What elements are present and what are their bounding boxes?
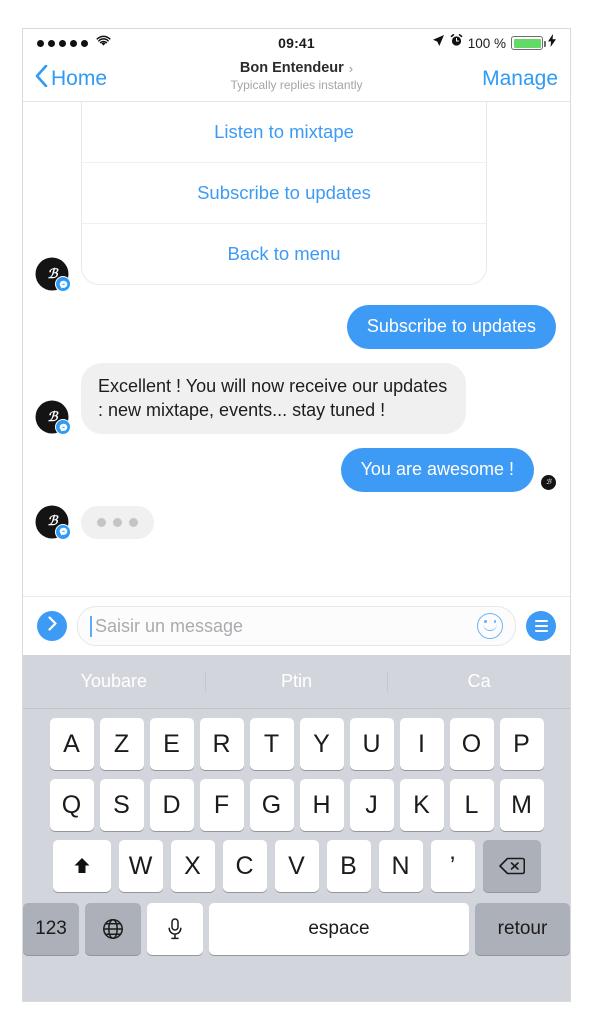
key-k[interactable]: K (399, 779, 444, 831)
messenger-badge-icon (55, 276, 71, 292)
key-apostrophe[interactable]: ’ (430, 840, 475, 892)
message-row-typing: ℬ (37, 505, 556, 540)
key-y[interactable]: Y (299, 718, 344, 770)
key-j[interactable]: J (349, 779, 394, 831)
chevron-left-icon (35, 64, 48, 93)
key-g[interactable]: G (249, 779, 294, 831)
key-n[interactable]: N (378, 840, 423, 892)
messenger-badge-icon (55, 523, 71, 540)
virtual-keyboard: Youbare Ptin Ca A Z E R T Y U I O P Q S … (23, 655, 570, 1001)
key-v[interactable]: V (274, 840, 319, 892)
manage-button[interactable]: Manage (482, 67, 558, 91)
expand-actions-button[interactable] (37, 611, 67, 641)
lightning-bolt-icon (548, 34, 556, 52)
incoming-message-bubble[interactable]: Excellent ! You will now receive our upd… (81, 362, 466, 435)
key-l[interactable]: L (449, 779, 494, 831)
smiley-face-icon[interactable] (477, 613, 503, 639)
location-arrow-icon (432, 34, 445, 52)
key-i[interactable]: I (399, 718, 444, 770)
globe-icon[interactable] (85, 903, 141, 955)
key-t[interactable]: T (249, 718, 294, 770)
message-row-outgoing: Subscribe to updates (37, 305, 556, 349)
space-key[interactable]: espace (209, 903, 469, 955)
keyboard-row-2: Q S D F G H J K L M (23, 779, 570, 831)
battery-percent: 100 % (467, 35, 506, 51)
key-b[interactable]: B (326, 840, 371, 892)
hamburger-lines (534, 620, 548, 632)
back-button[interactable]: Home (35, 64, 108, 93)
card-button-listen[interactable]: Listen to mixtape (82, 102, 486, 162)
typing-dot (113, 517, 122, 527)
keyboard-row-1: A Z E R T Y U I O P (23, 718, 570, 770)
key-f[interactable]: F (199, 779, 244, 831)
message-composer: Saisir un message (23, 596, 570, 655)
status-bar: 09:41 100 % (23, 29, 570, 57)
key-u[interactable]: U (349, 718, 394, 770)
message-thread[interactable]: ℬ Listen to mixtape Subscribe to updates… (23, 102, 570, 596)
alarm-clock-icon (450, 34, 463, 52)
card-button-back[interactable]: Back to menu (82, 223, 486, 284)
key-m[interactable]: M (499, 779, 544, 831)
key-e[interactable]: E (149, 718, 194, 770)
shift-arrow-icon[interactable] (52, 840, 111, 892)
microphone-icon[interactable] (147, 903, 203, 955)
message-row-outgoing: You are awesome ! ℬ (37, 448, 556, 492)
avatar: ℬ (37, 506, 71, 540)
key-d[interactable]: D (149, 779, 194, 831)
key-x[interactable]: X (170, 840, 215, 892)
message-row-incoming: ℬ Excellent ! You will now receive our u… (37, 362, 556, 436)
keyboard-row-3: W X C V B N ’ (23, 840, 570, 892)
typing-indicator (81, 505, 154, 539)
return-key[interactable]: retour (475, 903, 570, 955)
message-input-wrapper[interactable]: Saisir un message (77, 606, 516, 646)
keyboard-row-4: 123 espace retour (23, 903, 570, 955)
typing-dot (129, 517, 138, 527)
suggestion-1[interactable]: Youbare (23, 671, 206, 692)
battery-icon (511, 36, 546, 50)
text-caret (90, 615, 92, 637)
key-r[interactable]: R (199, 718, 244, 770)
key-c[interactable]: C (222, 840, 267, 892)
key-o[interactable]: O (449, 718, 494, 770)
phone-screen: 09:41 100 % Home Bon Entendeur › Typical… (22, 28, 571, 1002)
status-right-group: 100 % (432, 34, 556, 52)
messenger-badge-icon (55, 419, 71, 436)
key-q[interactable]: Q (49, 779, 94, 831)
outgoing-message-bubble[interactable]: You are awesome ! (340, 448, 534, 492)
navigation-bar: Home Bon Entendeur › Typically replies i… (23, 57, 570, 102)
avatar: ℬ (37, 402, 71, 436)
key-w[interactable]: W (118, 840, 163, 892)
key-z[interactable]: Z (99, 718, 144, 770)
chevron-right-icon (47, 616, 58, 636)
outgoing-message-bubble[interactable]: Subscribe to updates (346, 305, 556, 349)
suggestion-3[interactable]: Ca (388, 671, 570, 692)
suggestion-bar: Youbare Ptin Ca (23, 655, 570, 709)
message-input-placeholder: Saisir un message (95, 615, 244, 636)
avatar-slot: ℬ (37, 402, 81, 436)
hamburger-menu-icon[interactable] (526, 611, 556, 641)
key-s[interactable]: S (99, 779, 144, 831)
message-row-card: ℬ Listen to mixtape Subscribe to updates… (37, 102, 556, 292)
avatar-slot: ℬ (37, 506, 81, 540)
quick-reply-card: Listen to mixtape Subscribe to updates B… (81, 102, 487, 285)
conversation-title-label: Bon Entendeur (239, 60, 344, 76)
back-button-label: Home (51, 67, 108, 90)
conversation-title[interactable]: Bon Entendeur › (240, 60, 353, 76)
key-a[interactable]: A (49, 718, 94, 770)
avatar: ℬ (37, 259, 71, 292)
suggestion-2[interactable]: Ptin (206, 671, 389, 692)
avatar-slot: ℬ (37, 259, 81, 292)
key-p[interactable]: P (499, 718, 544, 770)
typing-dot (97, 517, 106, 527)
card-button-subscribe[interactable]: Subscribe to updates (82, 162, 486, 223)
backspace-icon[interactable] (482, 840, 541, 892)
key-h[interactable]: H (299, 779, 344, 831)
chevron-right-icon: › (348, 60, 354, 76)
seen-indicator-avatar: ℬ (541, 474, 556, 490)
numeric-mode-key[interactable]: 123 (23, 903, 79, 955)
